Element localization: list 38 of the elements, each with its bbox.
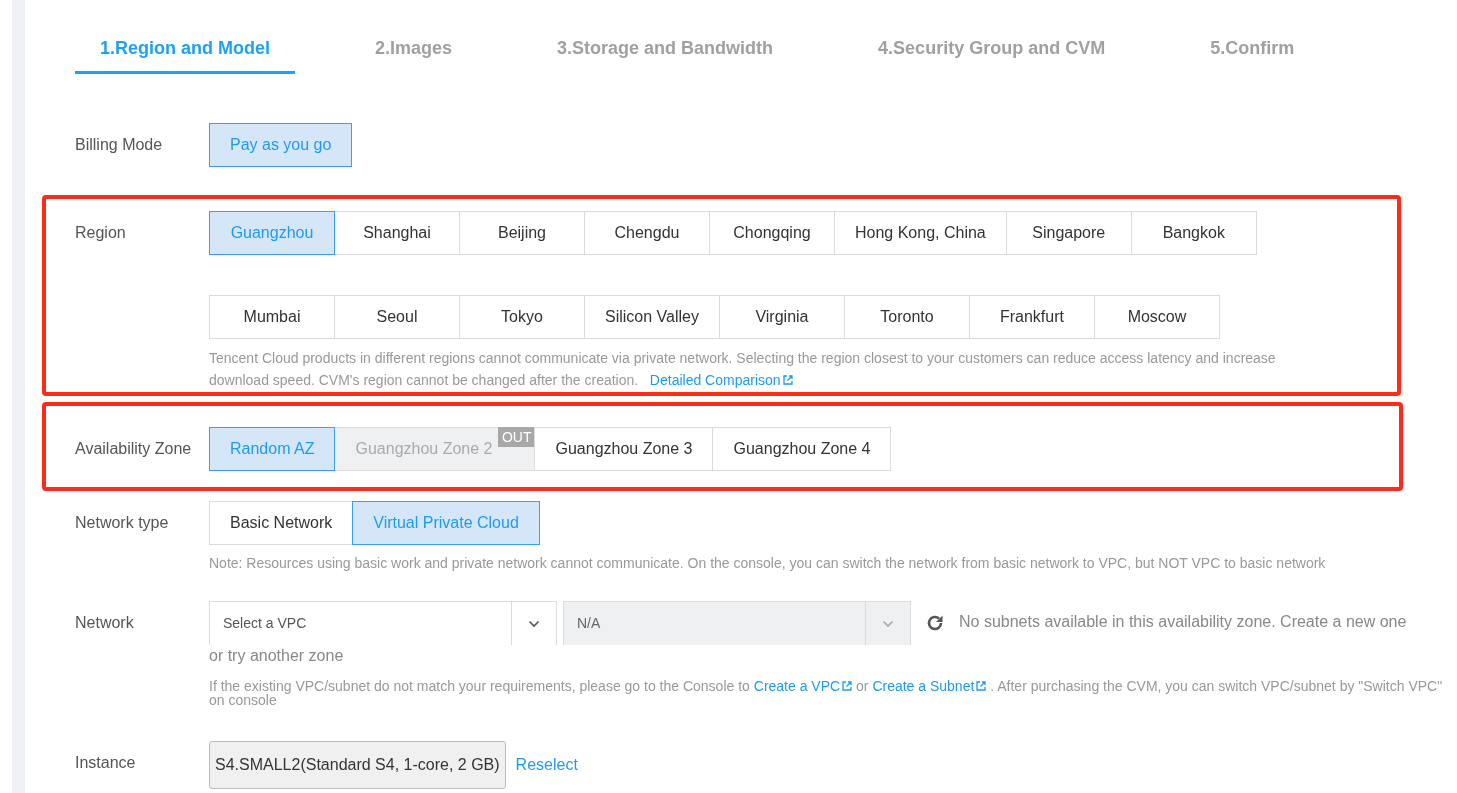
option-button[interactable]: Shanghai bbox=[334, 211, 460, 255]
option-button[interactable]: Basic Network bbox=[209, 501, 354, 545]
option-button[interactable]: Mumbai bbox=[209, 295, 335, 339]
option-button[interactable]: Moscow bbox=[1093, 295, 1220, 339]
field-label: Network type bbox=[75, 513, 170, 533]
region-hint: Tencent Cloud products in different regions cannot communicate via private network. Selecting the region closest to your customers can reduce access latency and increase download speed. CVM's region cannot be changed after the creation. Detailed Comparison bbox=[209, 349, 1277, 390]
external-link-icon bbox=[976, 681, 987, 691]
option-button[interactable]: Hong Kong, China bbox=[834, 211, 1007, 255]
chevron-down-icon bbox=[882, 619, 894, 628]
option-button[interactable]: Tokyo bbox=[459, 295, 585, 339]
option-button[interactable]: Chengdu bbox=[584, 211, 710, 255]
no-subnet-message: No subnets available in this availability zone. Create a new one bbox=[959, 613, 1407, 631]
option-button[interactable]: Seoul bbox=[334, 295, 460, 339]
option-button[interactable]: Guangzhou Zone 3 bbox=[534, 427, 714, 471]
instance-chip: S4.SMALL2(Standard S4, 1-core, 2 GB) bbox=[209, 741, 506, 789]
field-label: Network bbox=[75, 613, 135, 633]
option-button[interactable]: Bangkok bbox=[1130, 211, 1257, 255]
network-hint: If the existing VPC/subnet do not match your requirements, please go to the Console to Create a VPC or Create a Subnet . After purchasing the CVM, you can switch VPC/subnet by "Switch VPC" on console bbox=[209, 679, 1444, 707]
field-label: Availability Zone bbox=[75, 439, 193, 459]
field-label: Region bbox=[75, 223, 127, 243]
option-button[interactable]: Beijing bbox=[459, 211, 585, 255]
option-button[interactable]: Guangzhou Zone 4 bbox=[712, 427, 892, 471]
option-button[interactable]: Frankfurt bbox=[968, 295, 1095, 339]
option-button[interactable]: Silicon Valley bbox=[584, 295, 720, 339]
option-button[interactable]: Virginia bbox=[718, 295, 845, 339]
option-button[interactable]: Toronto bbox=[843, 295, 970, 339]
chevron-down-icon bbox=[528, 619, 540, 628]
option-button[interactable]: Singapore bbox=[1005, 211, 1132, 255]
sold-out-badge: OUT bbox=[497, 427, 536, 447]
dropdown-select[interactable]: Select a VPC bbox=[209, 601, 557, 645]
field-label: Instance bbox=[75, 753, 137, 773]
external-link-icon bbox=[842, 681, 853, 691]
field-label: Billing Mode bbox=[75, 135, 164, 155]
refresh-icon[interactable] bbox=[925, 613, 945, 633]
external-link-icon bbox=[782, 375, 793, 385]
no-subnet-message: or try another zone bbox=[209, 646, 345, 666]
network-note: Note: Resources using basic work and private network cannot communicate. On the console, you can switch the network from basic network to VPC, but NOT VPC to basic network bbox=[209, 554, 1327, 573]
option-button[interactable]: Chongqing bbox=[709, 211, 835, 255]
